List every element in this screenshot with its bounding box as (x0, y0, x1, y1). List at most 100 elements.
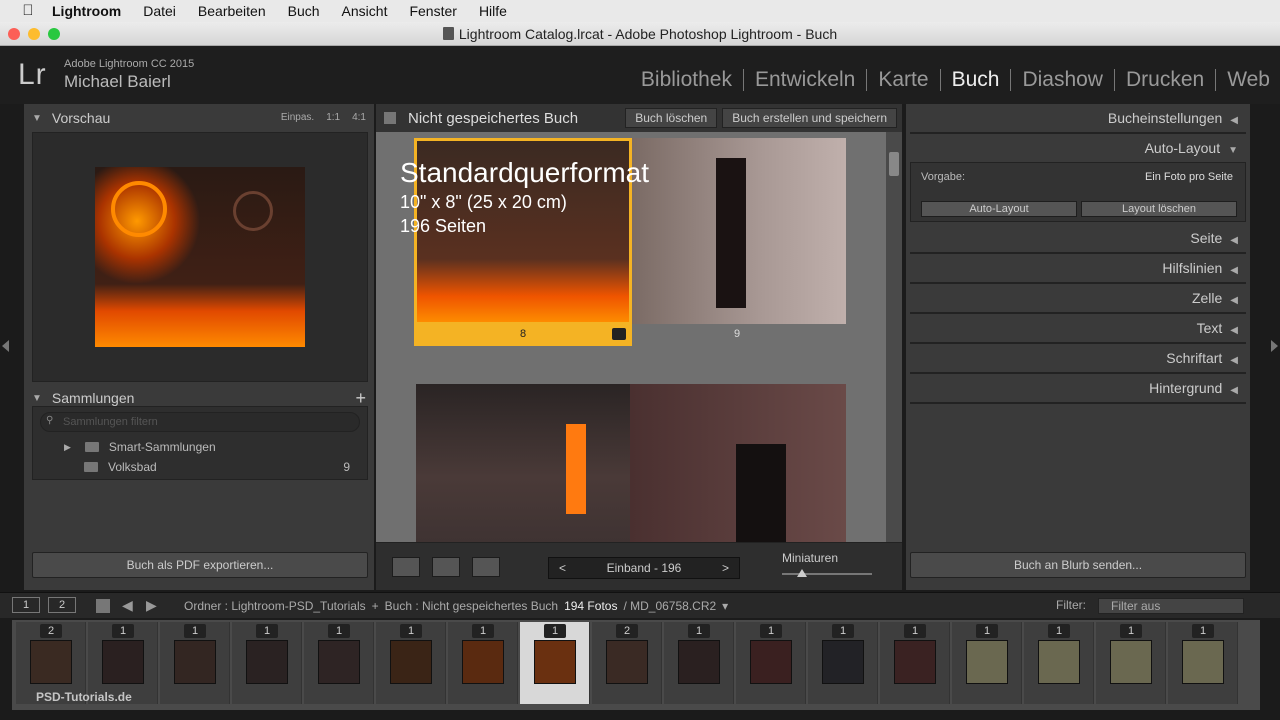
format-name: Standardquerformat (400, 157, 650, 188)
clear-layout-button[interactable]: Layout löschen (1081, 201, 1237, 217)
filmstrip-cell[interactable]: 1 (1168, 622, 1238, 704)
section-font[interactable]: Schriftart ◀ (906, 344, 1250, 374)
zoom-fit[interactable]: Einpas. (281, 112, 314, 123)
section-auto-layout[interactable]: Auto-Layout ▼ (906, 134, 1250, 164)
right-panel: Bucheinstellungen ◀ Auto-Layout ▼ Vorgabe:… (906, 104, 1250, 590)
filmstrip-toolbar: 1 2 ◀ ▶ Ordner : Lightroom-PSD_Tutorials… (0, 592, 1280, 618)
secondary-monitor-button[interactable]: 2 (48, 597, 76, 613)
menu-fenster[interactable]: Fenster (409, 3, 456, 19)
menu-bearbeiten[interactable]: Bearbeiten (198, 3, 266, 19)
filmstrip-cell[interactable]: 1 (1024, 622, 1094, 704)
module-entwickeln[interactable]: Entwickeln (744, 69, 868, 91)
window-title: Lightroom Catalog.lrcat - Adobe Photosho… (458, 25, 838, 42)
menu-ansicht[interactable]: Ansicht (342, 3, 388, 19)
zoom-4-1[interactable]: 4:1 (352, 112, 366, 123)
slider-knob[interactable] (796, 569, 807, 577)
filmstrip-cell[interactable]: 1 (664, 622, 734, 704)
preset-select[interactable]: Ein Foto pro Seite (1145, 171, 1233, 183)
mac-menubar:  Lightroom Datei Bearbeiten Buch Ansich… (0, 0, 1280, 22)
filmstrip-cell[interactable]: 1 (520, 622, 590, 704)
filmstrip-cell[interactable]: 1 (736, 622, 806, 704)
filmstrip-cell[interactable]: 1 (952, 622, 1022, 704)
filter-label: Filter: (1056, 598, 1086, 612)
section-cell[interactable]: Zelle ◀ (906, 284, 1250, 314)
section-label: Hilfslinien (1162, 260, 1223, 276)
search-icon: ⚲ (46, 415, 54, 426)
left-panel-toggle[interactable] (0, 104, 12, 590)
filmstrip-cell[interactable]: 1 (304, 622, 374, 704)
filmstrip-source[interactable]: Ordner : Lightroom-PSD_Tutorials + Buch … (184, 599, 728, 613)
module-drucken[interactable]: Drucken (1115, 69, 1217, 91)
menu-lightroom[interactable]: Lightroom (52, 3, 121, 19)
book-scrollbar[interactable] (886, 132, 902, 542)
scroll-thumb[interactable] (889, 152, 899, 176)
filmstrip-cell[interactable]: 1 (808, 622, 878, 704)
page-indicator: Einband - 196 (606, 561, 682, 575)
create-book-button[interactable]: Buch erstellen und speichern (722, 108, 897, 128)
forward-arrow-icon[interactable]: ▶ (146, 597, 157, 614)
grid-icon[interactable] (96, 599, 110, 613)
module-bibliothek[interactable]: Bibliothek (630, 69, 744, 91)
section-guides[interactable]: Hilfslinien ◀ (906, 254, 1250, 284)
menu-hilfe[interactable]: Hilfe (479, 3, 507, 19)
page-10[interactable] (416, 384, 630, 542)
book-title: Nicht gespeichertes Buch (408, 109, 579, 127)
close-window-button[interactable] (8, 28, 20, 40)
bottom-panel-toggle[interactable] (0, 710, 1280, 720)
usage-count-badge: 1 (760, 624, 782, 638)
collection-label: Volksbad (108, 460, 157, 474)
next-page-button[interactable]: > (722, 561, 729, 575)
filter-select[interactable]: Filter aus (1098, 598, 1244, 614)
zoom-1-1[interactable]: 1:1 (326, 112, 340, 123)
filmstrip-cell[interactable]: 1 (232, 622, 302, 704)
auto-layout-button[interactable]: Auto-Layout (921, 201, 1077, 217)
filmstrip[interactable]: 2 1 1 1 1 1 1 1 2 1 1 1 1 1 1 1 1 (12, 620, 1260, 710)
single-page-view-button[interactable] (472, 557, 500, 577)
filmstrip-cell[interactable]: 2 (592, 622, 662, 704)
filmstrip-cell[interactable]: 1 (1096, 622, 1166, 704)
collections-search-input[interactable]: Sammlungen filtern (40, 412, 360, 432)
primary-monitor-button[interactable]: 1 (12, 597, 40, 613)
module-buch[interactable]: Buch (941, 69, 1012, 91)
section-text[interactable]: Text ◀ (906, 314, 1250, 344)
collections-title: Sammlungen (51, 390, 135, 406)
spread-10-11[interactable] (416, 384, 846, 542)
menu-buch[interactable]: Buch (288, 3, 320, 19)
thumbnails-label: Miniaturen (782, 551, 839, 565)
section-book-settings[interactable]: Bucheinstellungen ◀ (906, 104, 1250, 134)
triangle-left-icon: ◀ (1230, 235, 1238, 246)
filmstrip-cell[interactable]: 1 (448, 622, 518, 704)
send-to-blurb-button[interactable]: Buch an Blurb senden... (910, 552, 1246, 578)
right-panel-toggle[interactable] (1268, 104, 1280, 590)
book-canvas[interactable]: 8 9 Standardquerformat 10" x 8" (25 x 20… (376, 132, 886, 542)
triangle-down-icon: ▼ (32, 112, 42, 124)
apple-icon[interactable]:  (20, 3, 36, 19)
section-page[interactable]: Seite ◀ (906, 224, 1250, 254)
delete-book-button[interactable]: Buch löschen (625, 108, 718, 128)
module-diashow[interactable]: Diashow (1011, 69, 1115, 91)
zoom-window-button[interactable] (48, 28, 60, 40)
filmstrip-cell[interactable]: 1 (376, 622, 446, 704)
section-background[interactable]: Hintergrund ◀ (906, 374, 1250, 404)
filmstrip-thumbnail (174, 640, 216, 684)
collection-smart[interactable]: ▶ Smart-Sammlungen (60, 440, 360, 454)
minimize-window-button[interactable] (28, 28, 40, 40)
module-picker: Bibliothek Entwickeln Karte Buch Diashow… (630, 69, 1270, 91)
filmstrip-cell[interactable]: 1 (880, 622, 950, 704)
multi-page-view-button[interactable] (392, 557, 420, 577)
prev-page-button[interactable]: < (559, 561, 566, 575)
export-pdf-button[interactable]: Buch als PDF exportieren... (32, 552, 368, 578)
back-arrow-icon[interactable]: ◀ (122, 597, 133, 614)
filmstrip-thumbnail (102, 640, 144, 684)
page-menu-icon[interactable] (612, 328, 626, 340)
filmstrip-cell[interactable]: 1 (160, 622, 230, 704)
thumbnail-size-slider[interactable] (782, 569, 872, 577)
navigator-preview[interactable] (32, 132, 368, 382)
menu-datei[interactable]: Datei (143, 3, 176, 19)
module-karte[interactable]: Karte (867, 69, 941, 91)
view-toggle-icon[interactable] (384, 112, 396, 124)
collection-volksbad[interactable]: Volksbad (84, 460, 384, 474)
selected-page-bar[interactable]: 8 (414, 322, 632, 346)
module-web[interactable]: Web (1216, 69, 1270, 91)
spread-view-button[interactable] (432, 557, 460, 577)
